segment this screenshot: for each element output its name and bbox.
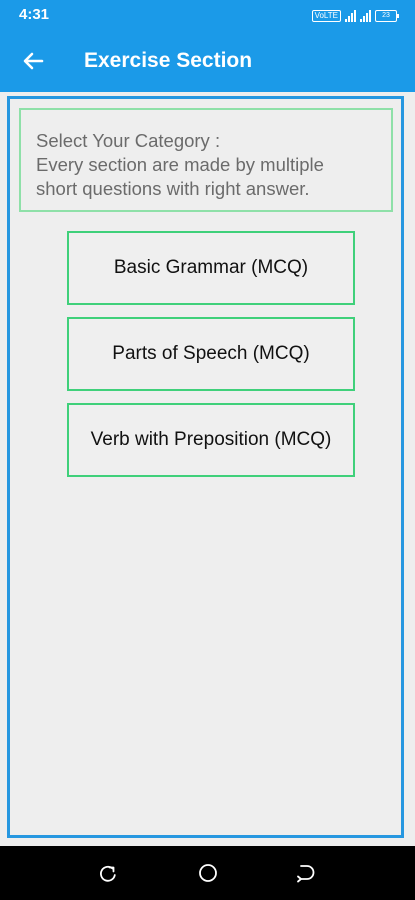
signal-icon-2: [360, 10, 371, 22]
home-icon[interactable]: [197, 862, 219, 884]
navigation-bar: [0, 846, 415, 900]
page-title: Exercise Section: [84, 49, 253, 72]
content-panel: Select Your Category : Every section are…: [7, 96, 404, 838]
signal-icon: [345, 10, 356, 22]
category-description-line1: Every section are made by multiple: [36, 154, 324, 175]
category-description-line2: short questions with right answer.: [36, 178, 310, 199]
volte-icon: VoLTE: [311, 10, 341, 22]
back-arrow-icon[interactable]: [18, 46, 48, 76]
category-info-box: Select Your Category : Every section are…: [19, 108, 393, 212]
verb-with-preposition-button[interactable]: Verb with Preposition (MCQ): [67, 403, 355, 477]
status-time: 4:31: [19, 6, 50, 23]
parts-of-speech-button[interactable]: Parts of Speech (MCQ): [67, 317, 355, 391]
app-bar: Exercise Section: [0, 30, 415, 92]
battery-icon: 23: [375, 10, 399, 22]
basic-grammar-button[interactable]: Basic Grammar (MCQ): [67, 231, 355, 305]
category-heading: Select Your Category :: [36, 130, 221, 151]
nav-back-icon[interactable]: [295, 862, 317, 884]
status-bar: 4:31 VoLTE 23: [0, 0, 415, 30]
recents-icon[interactable]: [97, 862, 119, 884]
status-icons: VoLTE 23: [311, 8, 399, 22]
